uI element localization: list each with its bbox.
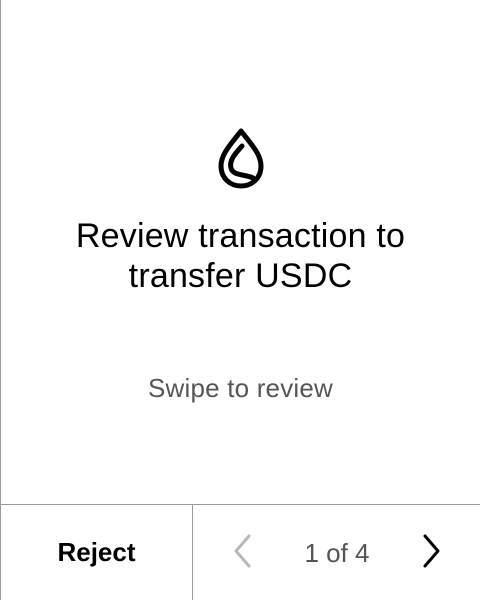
footer-bar: Reject 1 of 4 xyxy=(1,504,480,600)
review-title-line-1: Review transaction to xyxy=(75,217,406,255)
next-page-button[interactable] xyxy=(413,533,449,574)
swipe-hint: Swipe to review xyxy=(147,373,334,403)
reject-button[interactable]: Reject xyxy=(1,505,193,600)
review-panel[interactable]: Review transaction to transfer USDC Swip… xyxy=(1,0,480,504)
review-title: Review transaction to transfer USDC xyxy=(1,216,480,296)
droplet-logo-icon xyxy=(215,128,267,190)
page-indicator: 1 of 4 xyxy=(304,538,370,568)
review-title-line-2: transfer USDC xyxy=(128,257,353,295)
chevron-left-icon xyxy=(231,533,255,574)
previous-page-button[interactable] xyxy=(225,533,261,574)
pager: 1 of 4 xyxy=(193,505,480,600)
review-screen: Review transaction to transfer USDC Swip… xyxy=(0,0,480,600)
chevron-right-icon xyxy=(419,533,443,574)
